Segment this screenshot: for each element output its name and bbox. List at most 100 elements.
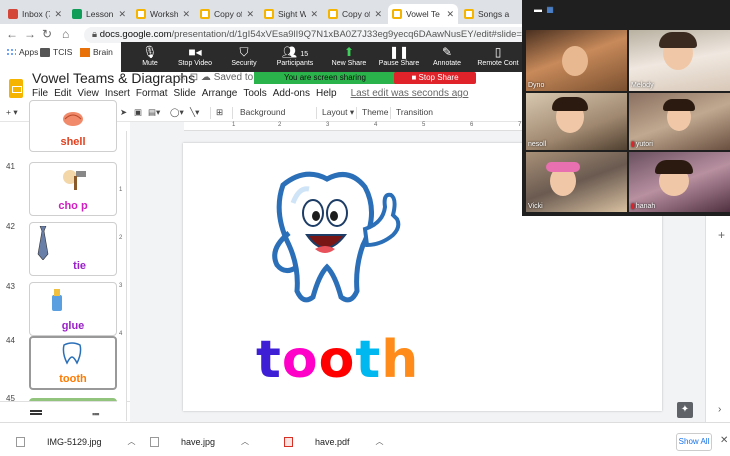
video-tile-nesoll[interactable]: nesoll bbox=[526, 93, 627, 150]
comment-icon[interactable]: ⊞ bbox=[216, 107, 223, 118]
close-icon[interactable]: ✕ bbox=[246, 9, 254, 20]
chevron-up-icon[interactable]: ︿ bbox=[376, 436, 384, 447]
tab-sight-words[interactable]: Sight Wo ✕ bbox=[260, 4, 322, 24]
tooth-mascot-icon bbox=[272, 171, 401, 303]
star-icon[interactable]: ☆ bbox=[178, 72, 187, 83]
back-icon[interactable]: ← bbox=[6, 27, 18, 41]
url-field[interactable]: 🔒︎ docs.google.com/presentation/d/1gI54x… bbox=[84, 27, 534, 43]
tab-copy-2[interactable]: Copy of ✕ bbox=[324, 4, 386, 24]
slide-thumbnail[interactable]: cho p bbox=[29, 162, 117, 216]
video-tile-vicki[interactable]: Vicki bbox=[526, 152, 627, 212]
bookmark-tcis[interactable]: TCIS bbox=[40, 47, 72, 57]
theme-button[interactable]: Theme bbox=[362, 107, 388, 117]
last-edit-link[interactable]: Last edit was seconds ago bbox=[351, 88, 469, 99]
tab-copy-1[interactable]: Copy of ✕ bbox=[196, 4, 258, 24]
security-button[interactable]: ⛉ Security bbox=[225, 44, 263, 67]
video-tile-dyno[interactable]: Dyno bbox=[526, 30, 627, 91]
menu-arrange[interactable]: Arrange bbox=[202, 88, 238, 99]
menu-view[interactable]: View bbox=[77, 88, 99, 99]
close-icon[interactable]: ✕ bbox=[720, 435, 728, 446]
tab-worksheet[interactable]: Workshe ✕ bbox=[132, 4, 194, 24]
gallery-view-controls[interactable]: ▬ ▦ bbox=[534, 5, 555, 14]
close-icon[interactable]: ✕ bbox=[118, 9, 126, 20]
new-slide-icon[interactable]: + ▾ bbox=[6, 107, 18, 118]
slide-word-tooth[interactable]: tooth bbox=[256, 330, 419, 390]
tab-title: Lesson P bbox=[86, 9, 114, 19]
participant-hair bbox=[655, 160, 693, 174]
tab-inbox[interactable]: Inbox (7 ✕ bbox=[4, 4, 66, 24]
close-icon[interactable]: ✕ bbox=[374, 9, 382, 20]
participants-count: 15 bbox=[300, 51, 309, 58]
menu-tools[interactable]: Tools bbox=[243, 88, 266, 99]
list-view-icon[interactable] bbox=[30, 410, 42, 415]
image-icon[interactable]: ▤▾ bbox=[148, 107, 160, 118]
presentation-title[interactable]: Vowel Teams & Diagraphs bbox=[32, 70, 195, 86]
chevron-up-icon[interactable]: ︿ bbox=[128, 436, 136, 447]
pause-share-button[interactable]: ❚❚ Pause Share bbox=[377, 44, 421, 67]
menu-help[interactable]: Help bbox=[316, 88, 337, 99]
slides-logo-icon[interactable] bbox=[9, 79, 23, 98]
mouse-icon: ▯ bbox=[494, 45, 502, 59]
menu-format[interactable]: Format bbox=[136, 88, 168, 99]
close-icon[interactable]: ✕ bbox=[54, 9, 62, 20]
bookmark-brain[interactable]: Brain bbox=[80, 47, 113, 57]
line-icon[interactable]: ╲▾ bbox=[190, 107, 199, 118]
participants-button[interactable]: 👥︎ 15 Participants bbox=[271, 44, 319, 67]
close-icon[interactable]: ✕ bbox=[446, 9, 454, 20]
chevron-right-icon[interactable]: › bbox=[718, 404, 721, 415]
layout-button[interactable]: Layout ▾ bbox=[322, 107, 354, 118]
tab-vowel-teams[interactable]: Vowel Te ✕ bbox=[388, 4, 458, 24]
menu-edit[interactable]: Edit bbox=[54, 88, 71, 99]
stop-share-button[interactable]: ■ Stop Share bbox=[394, 72, 476, 84]
minimize-icon[interactable]: ▬ bbox=[534, 5, 543, 14]
new-share-button[interactable]: ⬆ New Share bbox=[327, 44, 371, 67]
slide-thumbnail-selected[interactable]: tooth bbox=[29, 336, 117, 390]
ruler-label: 4 bbox=[119, 331, 123, 337]
pause-icon: ❚❚ bbox=[388, 45, 410, 59]
gallery-view-icon[interactable]: ▦ bbox=[546, 5, 555, 14]
control-label: Remote Cont bbox=[477, 60, 519, 67]
slide-thumbnail[interactable]: glue bbox=[29, 282, 117, 336]
download-item[interactable]: IMG-5129.jpg ︿ bbox=[16, 436, 136, 447]
close-icon[interactable]: ✕ bbox=[310, 9, 318, 20]
video-tile-melody[interactable]: Melody bbox=[629, 30, 730, 91]
close-icon[interactable]: ✕ bbox=[182, 9, 190, 20]
ruler-label: 5 bbox=[422, 122, 426, 128]
video-tile-yutori[interactable]: ▮yutori bbox=[629, 93, 730, 150]
shape-icon[interactable]: ◯▾ bbox=[170, 107, 184, 118]
background-button[interactable]: Background bbox=[240, 107, 285, 117]
stop-video-button[interactable]: ■◂ Stop Video bbox=[173, 44, 217, 67]
bookmark-apps[interactable]: Apps bbox=[6, 47, 38, 57]
mute-button[interactable]: 🎙︎ Mute bbox=[133, 44, 167, 67]
chevron-up-icon[interactable]: ︿ bbox=[241, 436, 249, 447]
download-item[interactable]: have.pdf ︿ bbox=[284, 436, 384, 447]
participant-name: nesoll bbox=[528, 141, 547, 148]
remote-control-button[interactable]: ▯ Remote Cont bbox=[471, 44, 525, 67]
thumbnail-word: tie bbox=[73, 260, 86, 272]
transition-button[interactable]: Transition bbox=[396, 107, 433, 117]
home-icon[interactable]: ⌂ bbox=[62, 27, 69, 41]
grid-view-icon[interactable]: ▪▪▪ bbox=[92, 409, 100, 419]
menu-file[interactable]: File bbox=[32, 88, 48, 99]
tab-lesson[interactable]: Lesson P ✕ bbox=[68, 4, 130, 24]
text-box-icon[interactable]: ▣ bbox=[134, 107, 142, 118]
slide-thumbnail[interactable]: tie bbox=[29, 222, 117, 276]
reload-icon[interactable]: ↻ bbox=[42, 27, 52, 41]
annotate-button[interactable]: ✎ Annotate bbox=[427, 44, 467, 67]
participant-face bbox=[562, 46, 588, 76]
tab-songs[interactable]: Songs a bbox=[460, 4, 522, 24]
add-icon[interactable]: + bbox=[718, 228, 725, 242]
forward-icon[interactable]: → bbox=[24, 27, 36, 41]
image-file-icon bbox=[150, 436, 159, 447]
ruler-label: 1 bbox=[119, 187, 123, 193]
show-all-button[interactable]: Show All bbox=[676, 433, 712, 451]
select-cursor-icon[interactable]: ➤ bbox=[120, 107, 127, 118]
download-item[interactable]: have.jpg ︿ bbox=[150, 436, 249, 447]
menu-slide[interactable]: Slide bbox=[174, 88, 196, 99]
menu-add-ons[interactable]: Add-ons bbox=[273, 88, 310, 99]
video-tile-hanah[interactable]: ▮hanah bbox=[629, 152, 730, 212]
explore-icon[interactable]: ✦ bbox=[677, 402, 693, 418]
menu-insert[interactable]: Insert bbox=[105, 88, 130, 99]
slide-thumbnail[interactable]: shell bbox=[29, 100, 117, 152]
move-folder-icon[interactable]: ⊡ bbox=[190, 72, 198, 83]
